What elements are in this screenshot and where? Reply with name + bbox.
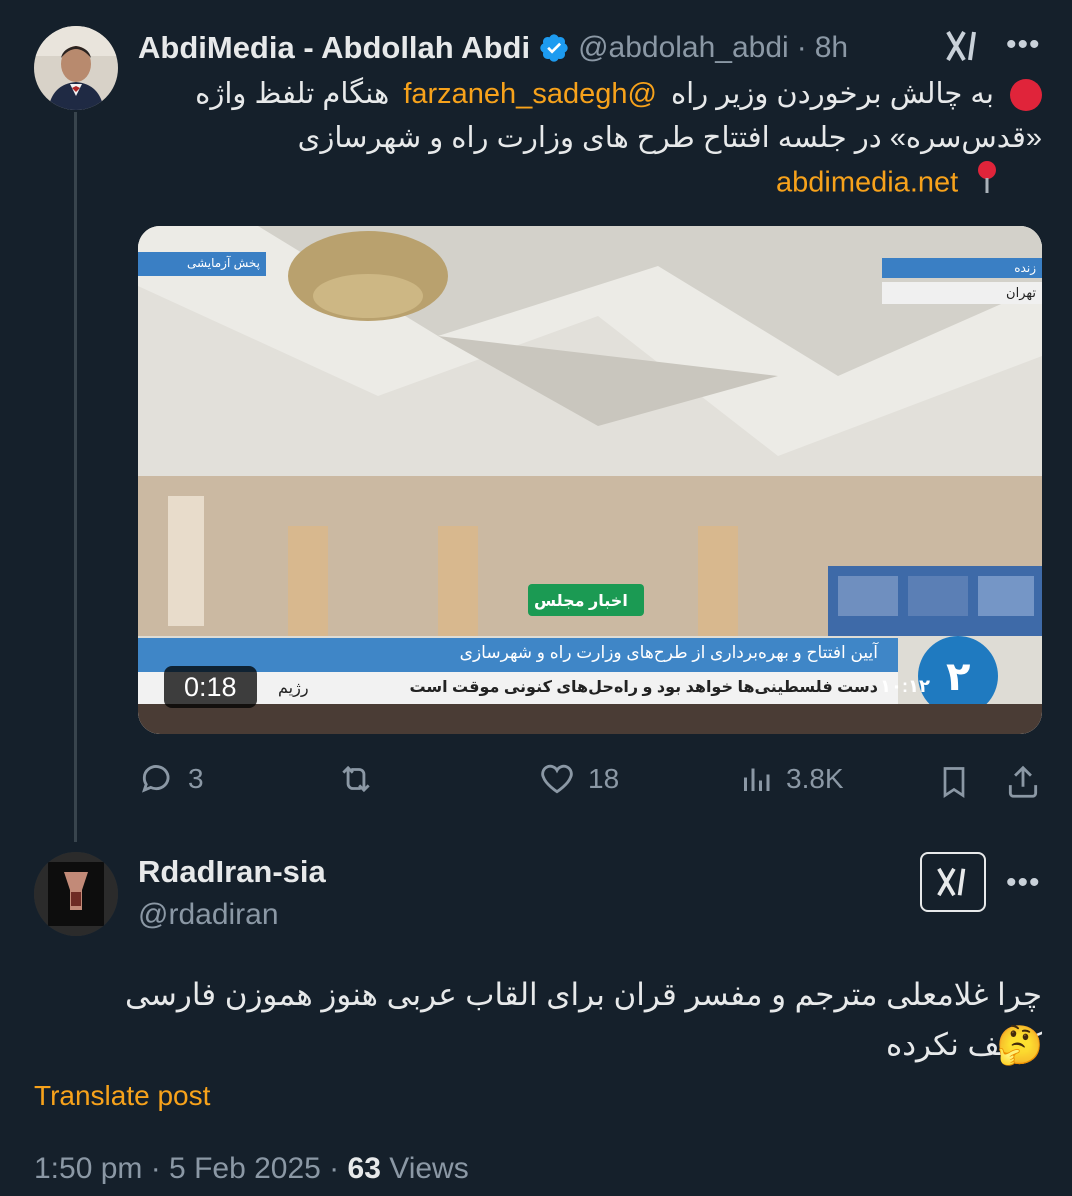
reply-author-name[interactable]: RdadIran-sia	[138, 854, 326, 890]
share-icon[interactable]	[1004, 762, 1042, 807]
pin-icon	[976, 160, 998, 208]
tweet-text-suffix: هنگام تلفظ واژه	[195, 78, 390, 110]
ticker-title: آیین افتتاح و بهره‌برداری از طرح‌های وزا…	[459, 643, 878, 662]
broadcast-clock: ۱۰:۱۲	[880, 676, 930, 696]
verified-badge-icon	[538, 32, 570, 64]
author-handle[interactable]: @abdolah_abdi	[578, 31, 789, 65]
main-tweet-line-3: abdimedia.net	[776, 160, 998, 208]
channel-logo: ۲	[946, 655, 971, 699]
author-name[interactable]: AbdiMedia - Abdollah Abdi	[138, 30, 530, 66]
grok-icon	[937, 867, 966, 897]
reply-views-label: Views	[389, 1152, 469, 1185]
video-duration: 0:18	[164, 666, 257, 708]
main-tweet-header: AbdiMedia - Abdollah Abdi @abdolah_abdi …	[138, 26, 848, 70]
like-button[interactable]: 18	[538, 760, 619, 798]
main-tweet-line-1: به چالش برخوردن وزیر راه @farzaneh_sadeg…	[142, 72, 1042, 117]
view-count: 3.8K	[786, 763, 844, 794]
bookmark-icon[interactable]	[936, 762, 972, 807]
header-separator: ·	[796, 31, 807, 64]
reply-author-handle[interactable]: @rdadiran	[138, 898, 279, 932]
tweet-text-prefix: به چالش برخوردن وزیر راه	[670, 78, 994, 110]
reply-text: چرا غلامعلی مترجم و مفسر قران برای القاب…	[125, 977, 1042, 1062]
repost-icon	[342, 765, 370, 793]
external-link[interactable]: abdimedia.net	[776, 167, 958, 199]
reply-author-avatar[interactable]	[34, 852, 118, 936]
grok-button[interactable]	[920, 852, 986, 912]
red-circle-icon	[1010, 79, 1042, 112]
reply-meta: 1:50 pm · 5 Feb 2025 · 63 Views	[34, 1152, 469, 1186]
thread-connector-line	[74, 112, 77, 842]
reply-count: 3	[188, 763, 204, 794]
heart-icon	[541, 764, 573, 794]
main-tweet-line-2: «قدس‌سره» در جلسه افتتاح طرح های وزارت ر…	[297, 122, 1042, 154]
ticker-news: دست فلسطینی‌ها خواهد بود و راه‌حل‌های کن…	[409, 679, 878, 696]
analytics-icon	[744, 768, 770, 791]
tweet-time[interactable]: 8h	[815, 31, 848, 65]
author-avatar[interactable]	[34, 26, 118, 110]
grok-icon[interactable]	[944, 28, 982, 69]
reply-icon	[141, 765, 170, 793]
reply-more-options-icon[interactable]: •••	[1006, 866, 1041, 900]
more-options-icon[interactable]: •••	[1006, 28, 1041, 62]
news-badge: اخبار مجلس	[534, 593, 628, 610]
thinking-emoji: 🤔	[996, 1025, 1044, 1067]
video-overlay-label: پخش آزمایشی	[187, 256, 260, 270]
reply-views-count: 63	[347, 1152, 381, 1185]
video-player[interactable]: پخش آزمایشی زنده تهران اخبار مجلس آیین ا…	[138, 226, 1042, 734]
reply-timestamp[interactable]: 1:50 pm · 5 Feb 2025 ·	[34, 1152, 339, 1185]
translate-post-link[interactable]: Translate post	[34, 1080, 210, 1112]
reply-button[interactable]: 3	[138, 760, 204, 798]
views-button[interactable]: 3.8K	[738, 760, 844, 798]
mention-link[interactable]: @farzaneh_sadegh	[403, 78, 657, 110]
video-live-label: زنده	[1014, 261, 1036, 275]
ticker-left-text: رژیم	[278, 680, 309, 697]
repost-button[interactable]	[336, 760, 376, 798]
video-city-label: تهران	[1006, 285, 1036, 300]
like-count: 18	[588, 763, 620, 794]
